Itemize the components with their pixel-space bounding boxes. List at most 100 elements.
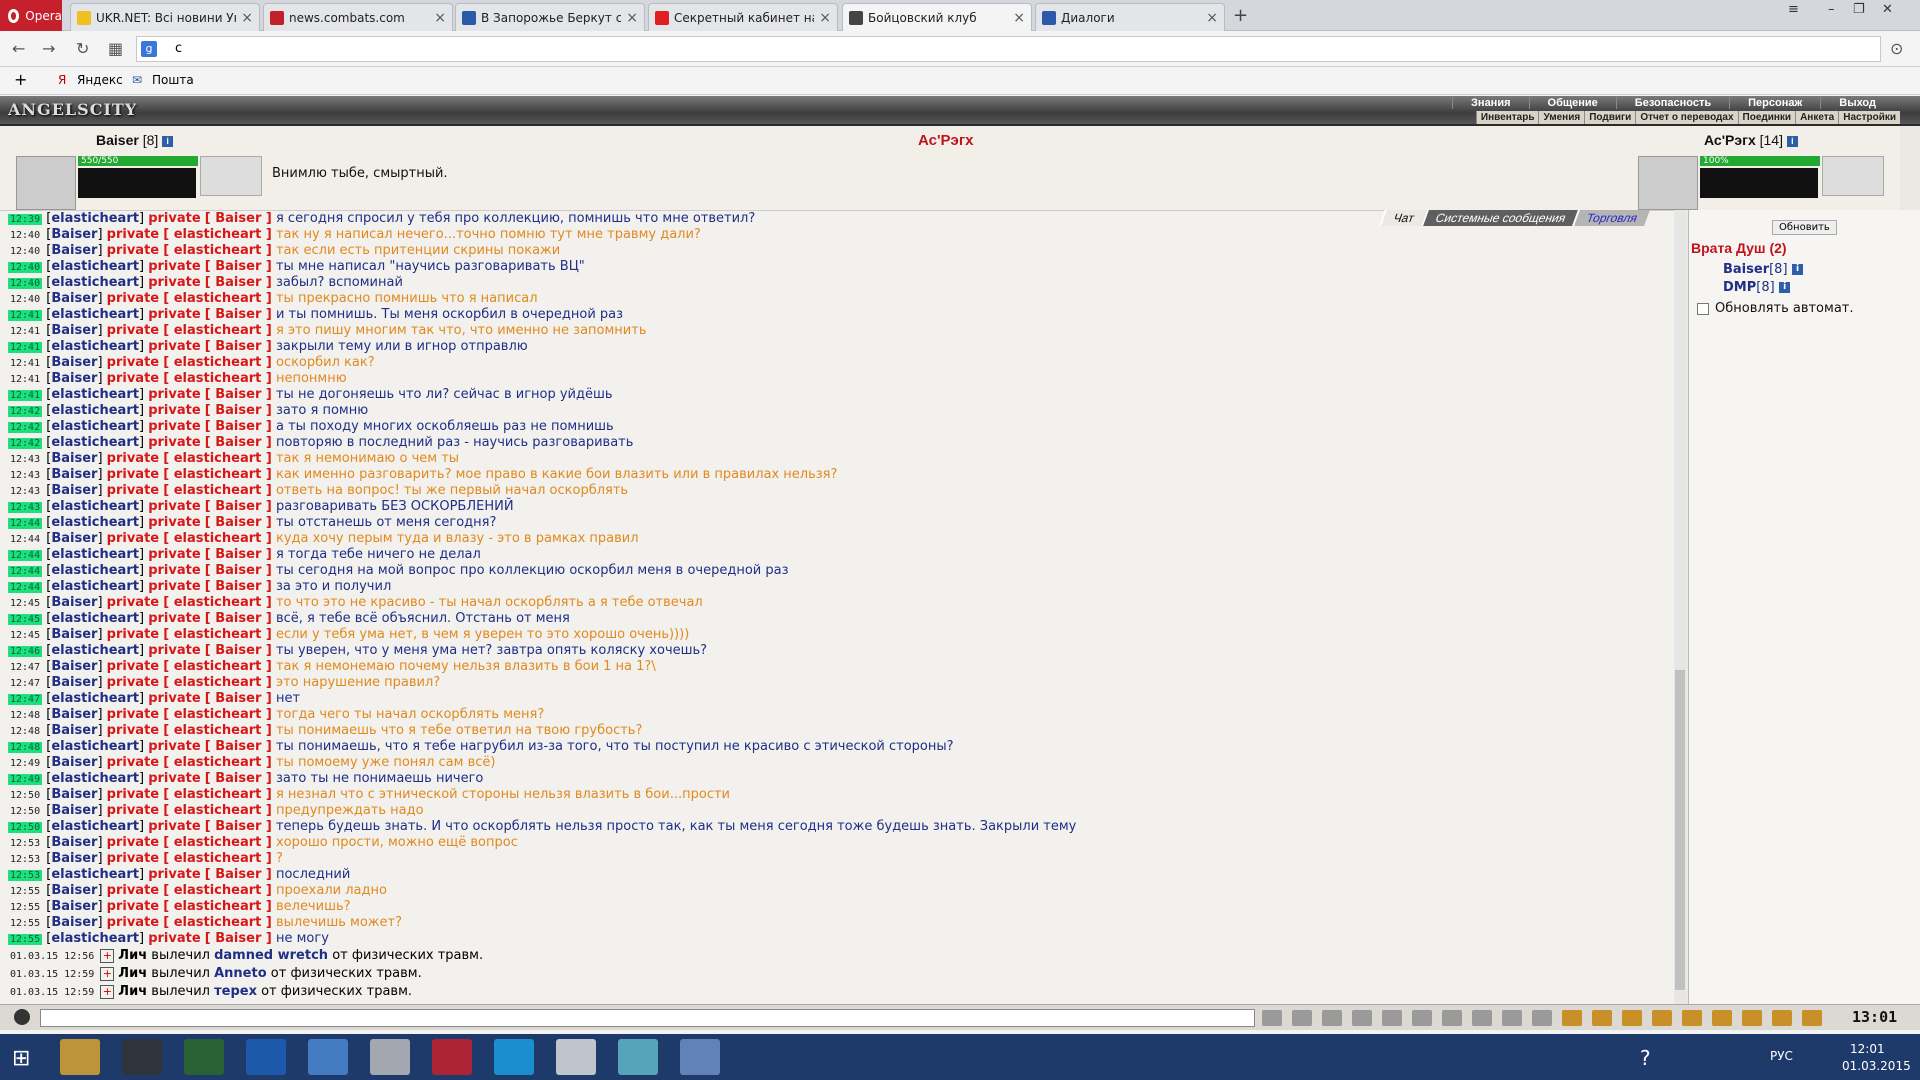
close-tab-icon[interactable]: × [819,10,831,26]
sender-name[interactable]: Baiser [51,851,97,866]
sender-name[interactable]: Baiser [51,243,97,258]
recipient-name[interactable]: Baiser [215,259,261,274]
recipient-name[interactable]: Baiser [215,419,261,434]
close-window-button[interactable]: ✕ [1882,2,1893,17]
sender-name[interactable]: elasticheart [51,387,139,402]
add-bookmark-button[interactable]: + [14,70,27,89]
sender-name[interactable]: elasticheart [51,419,139,434]
chat-tool-icon[interactable] [1742,1010,1762,1026]
submenu-skills[interactable]: Умения [1538,111,1584,124]
private-label[interactable]: private [107,227,159,242]
menu-knowledge[interactable]: Знания [1452,97,1528,109]
private-label[interactable]: private [148,419,200,434]
sender-name[interactable]: Baiser [51,835,97,850]
submenu-duels[interactable]: Поединки [1737,111,1796,124]
private-label[interactable]: private [107,851,159,866]
chat-tool-icon[interactable] [1532,1010,1552,1026]
private-label[interactable]: private [148,435,200,450]
start-button[interactable]: ⊞ [12,1046,30,1071]
recipient-name[interactable]: elasticheart [174,467,262,482]
actor-name[interactable]: Лич [118,948,147,963]
sender-name[interactable]: elasticheart [51,867,139,882]
sender-name[interactable]: Baiser [51,355,97,370]
chat-tool-icon[interactable] [1592,1010,1612,1026]
sender-name[interactable]: elasticheart [51,563,139,578]
target-name[interactable]: терех [214,984,257,999]
chat-tool-icon[interactable] [1322,1010,1342,1026]
private-label[interactable]: private [148,211,200,226]
tab-chat[interactable]: Чат [1379,210,1427,226]
menu-communication[interactable]: Общение [1528,97,1616,109]
chat-tool-icon[interactable] [1262,1010,1282,1026]
minimize-button[interactable]: – [1828,2,1835,17]
recipient-name[interactable]: elasticheart [174,483,262,498]
recipient-name[interactable]: elasticheart [174,915,262,930]
chat-tool-icon[interactable] [1772,1010,1792,1026]
taskbar-app-icon[interactable] [432,1039,472,1075]
menu-exit[interactable]: Выход [1820,97,1894,109]
recipient-name[interactable]: elasticheart [174,627,262,642]
bookmark-yandex[interactable]: Яндекс [77,73,123,87]
private-label[interactable]: private [107,323,159,338]
private-label[interactable]: private [148,387,200,402]
recipient-name[interactable]: elasticheart [174,531,262,546]
chat-tool-icon[interactable] [1442,1010,1462,1026]
private-label[interactable]: private [107,595,159,610]
private-label[interactable]: private [148,563,200,578]
private-label[interactable]: private [148,339,200,354]
recipient-name[interactable]: Baiser [215,579,261,594]
private-label[interactable]: private [148,867,200,882]
sender-name[interactable]: elasticheart [51,691,139,706]
private-label[interactable]: private [107,835,159,850]
private-label[interactable]: private [148,307,200,322]
private-label[interactable]: private [107,627,159,642]
private-label[interactable]: private [107,723,159,738]
recipient-name[interactable]: elasticheart [174,899,262,914]
new-tab-button[interactable]: + [1233,5,1248,26]
refresh-button[interactable]: Обновить [1772,220,1837,235]
private-label[interactable]: private [107,675,159,690]
chat-tool-icon[interactable] [1472,1010,1492,1026]
recipient-name[interactable]: Baiser [215,643,261,658]
sender-name[interactable]: elasticheart [51,579,139,594]
taskbar-app-icon[interactable] [184,1039,224,1075]
private-label[interactable]: private [148,515,200,530]
sender-name[interactable]: elasticheart [51,643,139,658]
chat-tool-icon[interactable] [1802,1010,1822,1026]
sender-name[interactable]: elasticheart [51,515,139,530]
chat-log[interactable]: 12:39 [elasticheart] private [ Baiser ] … [0,210,1678,1004]
sender-name[interactable]: Baiser [51,659,97,674]
private-label[interactable]: private [148,403,200,418]
browser-tab[interactable]: В Запорожье Беркут с ав× [455,3,645,31]
info-icon[interactable]: i [162,135,174,147]
private-label[interactable]: private [148,691,200,706]
menu-security[interactable]: Безопасность [1615,97,1729,109]
private-label[interactable]: private [107,787,159,802]
actor-name[interactable]: Лич [118,966,147,981]
sender-name[interactable]: elasticheart [51,739,139,754]
recipient-name[interactable]: Baiser [215,307,261,322]
sender-name[interactable]: elasticheart [51,931,139,946]
taskbar-app-icon[interactable] [680,1039,720,1075]
recipient-name[interactable]: elasticheart [174,659,262,674]
speed-dial-icon[interactable]: ▦ [108,39,123,58]
submenu-settings[interactable]: Настройки [1838,111,1900,124]
recipient-name[interactable]: Baiser [215,403,261,418]
sender-name[interactable]: Baiser [51,451,97,466]
private-label[interactable]: private [148,643,200,658]
private-label[interactable]: private [107,243,159,258]
sender-name[interactable]: Baiser [51,467,97,482]
private-label[interactable]: private [107,899,159,914]
recipient-name[interactable]: elasticheart [174,787,262,802]
sender-name[interactable]: Baiser [51,627,97,642]
private-label[interactable]: private [148,579,200,594]
private-label[interactable]: private [148,499,200,514]
target-name[interactable]: Anneto [214,966,267,981]
recipient-name[interactable]: Baiser [215,435,261,450]
sender-name[interactable]: elasticheart [51,611,139,626]
taskbar-app-icon[interactable] [494,1039,534,1075]
recipient-name[interactable]: Baiser [215,739,261,754]
taskbar-app-icon[interactable] [60,1039,100,1075]
browser-tab[interactable]: news.combats.com × [263,3,453,31]
sender-name[interactable]: Baiser [51,803,97,818]
